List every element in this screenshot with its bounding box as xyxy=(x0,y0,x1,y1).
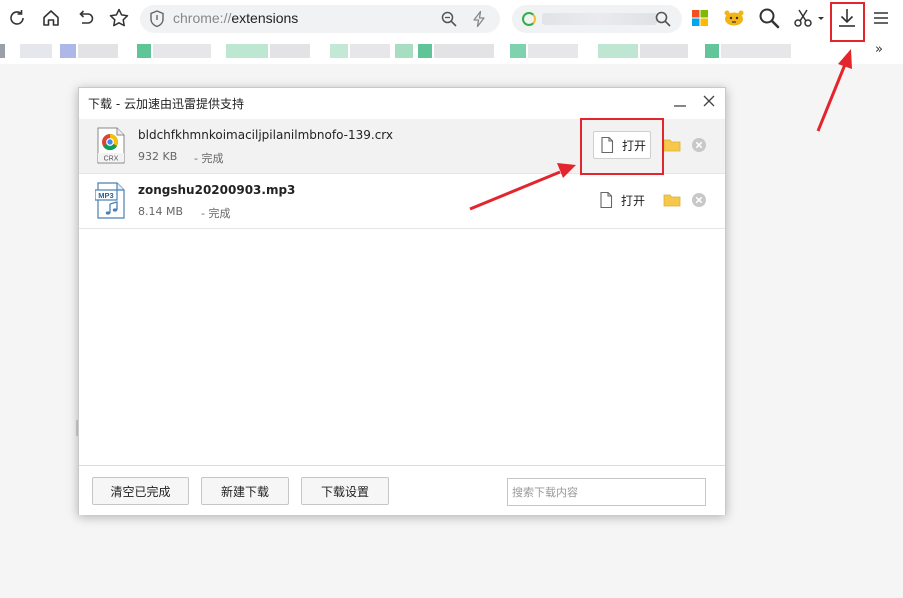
remove-item-icon[interactable] xyxy=(691,192,707,212)
bookmark-item[interactable] xyxy=(0,44,5,58)
open-file-button[interactable]: 打开 xyxy=(593,186,651,214)
address-bar[interactable]: chrome://extensions xyxy=(140,5,500,33)
reload-icon[interactable] xyxy=(5,6,29,30)
search-icon[interactable] xyxy=(654,10,672,32)
bookmark-bar: » xyxy=(0,38,903,64)
home-icon[interactable] xyxy=(39,6,63,30)
bookmark-item[interactable] xyxy=(78,44,118,58)
bookmark-item[interactable] xyxy=(60,44,76,58)
crx-file-icon: CRX xyxy=(95,127,127,165)
close-button[interactable] xyxy=(700,92,718,110)
search-engine-icon xyxy=(522,12,536,26)
tiger-icon[interactable] xyxy=(722,6,746,30)
folder-icon[interactable] xyxy=(663,192,681,212)
search-box[interactable] xyxy=(512,5,682,33)
open-button-highlight xyxy=(580,118,664,175)
bookmark-item[interactable] xyxy=(705,44,719,58)
bookmark-item[interactable] xyxy=(153,44,211,58)
url-scheme: chrome:// xyxy=(173,10,232,26)
open-label: 打开 xyxy=(621,193,646,208)
search-downloads-input[interactable] xyxy=(507,478,706,506)
bookmark-item[interactable] xyxy=(226,44,268,58)
bookmark-item[interactable] xyxy=(270,44,310,58)
new-download-button[interactable]: 新建下载 xyxy=(201,477,289,505)
bookmark-item[interactable] xyxy=(418,44,432,58)
download-icon-highlight xyxy=(830,2,865,42)
file-name[interactable]: bldchfkhmnkoimaciljpilanilmbnofo-139.crx xyxy=(138,128,393,142)
bolt-icon[interactable] xyxy=(470,10,488,32)
bookmark-item[interactable] xyxy=(640,44,688,58)
folder-icon[interactable] xyxy=(663,137,681,157)
file-name[interactable]: zongshu20200903.mp3 xyxy=(138,183,295,197)
bookmark-item[interactable] xyxy=(721,44,791,58)
bookmark-item[interactable] xyxy=(434,44,494,58)
bookmark-item[interactable] xyxy=(598,44,638,58)
search-text-blurred xyxy=(542,13,657,25)
mp3-file-icon: MP3 xyxy=(94,182,127,220)
file-size: 8.14 MB xyxy=(138,205,184,218)
zoom-icon[interactable] xyxy=(440,10,458,32)
document-icon xyxy=(600,191,613,209)
dialog-footer: 清空已完成 新建下载 下载设置 xyxy=(79,465,725,515)
dialog-title: 下载 - 云加速由迅雷提供支持 xyxy=(88,97,244,111)
bookmark-item[interactable] xyxy=(395,44,413,58)
bookmarks-overflow-button[interactable]: » xyxy=(875,42,883,57)
bookmark-item[interactable] xyxy=(137,44,151,58)
back-icon[interactable] xyxy=(73,6,97,30)
bookmark-item[interactable] xyxy=(528,44,578,58)
download-settings-button[interactable]: 下载设置 xyxy=(301,477,389,505)
url-path: extensions xyxy=(231,10,299,26)
minimize-button[interactable] xyxy=(671,92,689,110)
file-status: - 完成 xyxy=(194,152,224,165)
magnifier-icon[interactable] xyxy=(757,6,781,30)
menu-icon[interactable] xyxy=(869,6,893,30)
bookmark-item[interactable] xyxy=(20,44,52,58)
crx-type-label: CRX xyxy=(104,156,119,163)
url-text[interactable]: chrome://extensions xyxy=(173,10,298,26)
browser-toolbar: chrome://extensions xyxy=(0,0,903,38)
scissors-icon[interactable] xyxy=(790,6,828,30)
file-status: - 完成 xyxy=(201,207,231,220)
clear-completed-button[interactable]: 清空已完成 xyxy=(92,477,189,505)
file-size: 932 KB xyxy=(138,150,178,163)
bookmark-item[interactable] xyxy=(350,44,390,58)
remove-item-icon[interactable] xyxy=(691,137,707,157)
bookmark-item[interactable] xyxy=(510,44,526,58)
star-icon[interactable] xyxy=(107,6,131,30)
bookmark-item[interactable] xyxy=(330,44,348,58)
windows-icon[interactable] xyxy=(688,6,712,30)
shield-icon xyxy=(148,9,166,33)
mp3-type-label: MP3 xyxy=(98,191,113,200)
download-item[interactable]: MP3 zongshu20200903.mp3 8.14 MB - 完成 打开 xyxy=(79,174,725,229)
